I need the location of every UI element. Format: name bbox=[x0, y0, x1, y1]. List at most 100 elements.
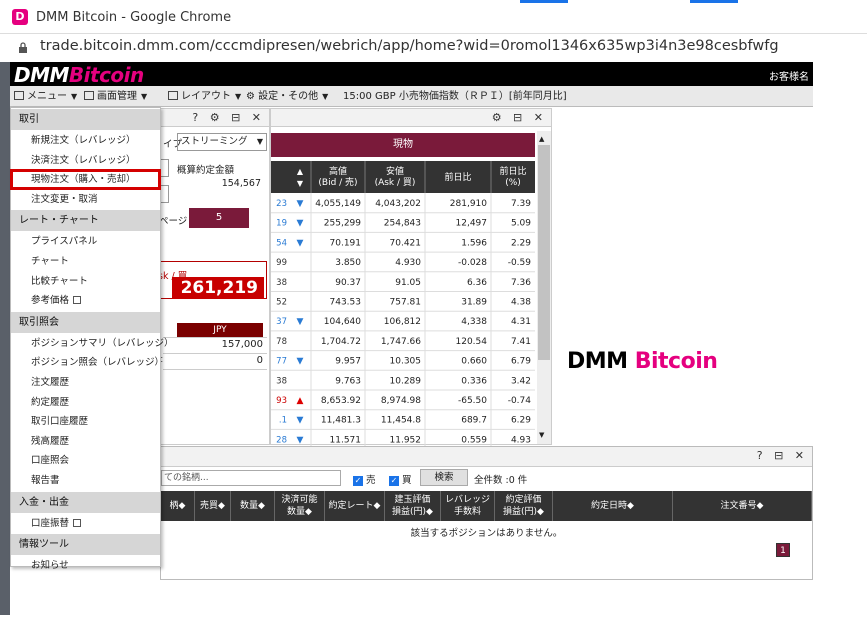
menu-item-label: 口座照会 bbox=[31, 455, 70, 467]
panel-controls-icon[interactable]: ? ⊟ ✕ bbox=[757, 449, 808, 462]
menu-item[interactable]: 決済注文（レバレッジ） bbox=[11, 151, 160, 170]
page-button[interactable]: 5 bbox=[189, 208, 249, 228]
menu-item-label: プライスパネル bbox=[31, 236, 98, 248]
menu-item[interactable]: 約定履歴 bbox=[11, 393, 160, 412]
rate-cell: 70.421 bbox=[390, 238, 422, 248]
menu-label: メニュー bbox=[27, 91, 67, 102]
menu-item[interactable]: 報告書 bbox=[11, 471, 160, 490]
positions-column-header[interactable]: 約定日時◆ bbox=[553, 491, 673, 521]
menu-item[interactable]: 比較チャート bbox=[11, 272, 160, 291]
down-arrow-icon: ▼ bbox=[297, 219, 304, 229]
address-bar[interactable]: trade.bitcoin.dmm.com/cccmdipresen/webri… bbox=[0, 34, 867, 62]
rate-cell: -0.59 bbox=[508, 258, 532, 268]
column-header: 前日比 bbox=[444, 171, 471, 183]
rate-cell: 3.850 bbox=[335, 258, 361, 268]
page-number[interactable]: 1 bbox=[776, 543, 790, 557]
brand-dmm: DMM bbox=[14, 63, 69, 87]
screen-management-button[interactable]: 画面管理 ▼ bbox=[84, 88, 147, 105]
browser-title-bar: D DMM Bitcoin - Google Chrome bbox=[0, 0, 867, 34]
column-header: (Bid / 売) bbox=[318, 176, 357, 188]
menu-button[interactable]: メニュー ▼ bbox=[14, 88, 77, 105]
positions-panel-header: ? ⊟ ✕ bbox=[161, 447, 812, 467]
rate-fragment: 99 bbox=[276, 258, 287, 268]
ask-box[interactable]: sk / 買 261,219 bbox=[157, 261, 267, 299]
search-button[interactable]: 検索 bbox=[420, 469, 468, 486]
rate-cell: 9.763 bbox=[335, 376, 361, 386]
panel-controls-icon[interactable]: ⚙ ⊟ ✕ bbox=[492, 111, 547, 124]
dmm-favicon-icon: D bbox=[12, 9, 28, 25]
positions-column-header[interactable]: 注文番号◆ bbox=[673, 491, 812, 521]
scrollbar[interactable]: ▲ ▼ bbox=[537, 131, 551, 444]
scrollbar-thumb[interactable] bbox=[538, 145, 550, 360]
menu-item-label: 参考価格 bbox=[31, 295, 70, 307]
positions-column-header[interactable]: 建玉評価 損益(円)◆ bbox=[385, 491, 441, 521]
type-select[interactable]: ストリーミング ▼ bbox=[177, 133, 267, 151]
sell-checkbox[interactable]: ✓ 売 bbox=[353, 472, 376, 486]
rate-fragment: 93 bbox=[276, 396, 287, 406]
up-arrow-icon: ▲ bbox=[297, 396, 304, 406]
rate-cell: 1,704.72 bbox=[321, 337, 361, 347]
button-stub[interactable] bbox=[161, 185, 169, 203]
menu-item[interactable]: 残高履歴 bbox=[11, 432, 160, 451]
menu-item[interactable]: プライスパネル bbox=[11, 232, 160, 251]
rate-fragment: 37 bbox=[276, 317, 287, 327]
url-text[interactable]: trade.bitcoin.dmm.com/cccmdipresen/webri… bbox=[40, 38, 779, 54]
column-label: 注文番号◆ bbox=[720, 501, 764, 511]
symbol-filter-input[interactable]: ての銘柄... bbox=[161, 470, 341, 486]
sort-up-icon[interactable]: ▲ bbox=[297, 167, 304, 176]
menu-item[interactable]: 口座照会 bbox=[11, 451, 160, 470]
menu-item[interactable]: チャート bbox=[11, 252, 160, 271]
customer-name[interactable]: お客様名 bbox=[769, 68, 809, 83]
down-arrow-icon: ▼ bbox=[297, 238, 304, 248]
order-panel: ? ⚙ ⊟ ✕ イプ ストリーミング ▼ 概算約定金額 154,567 ページ 5… bbox=[157, 108, 270, 445]
menu-item[interactable]: ポジションサマリ（レバレッジ） bbox=[11, 334, 174, 353]
scroll-up-icon[interactable]: ▲ bbox=[539, 135, 544, 143]
menu-item[interactable]: ポジション照会（レバレッジ） bbox=[11, 353, 164, 372]
monitor-icon bbox=[84, 91, 94, 100]
column-header: 高値 bbox=[329, 165, 347, 177]
ask-price[interactable]: 261,219 bbox=[172, 277, 264, 299]
rate-cell: 10.305 bbox=[390, 357, 422, 367]
positions-column-header[interactable]: 約定評価 損益(円)◆ bbox=[495, 491, 553, 521]
settings-button[interactable]: ⚙ 設定・その他 ▼ bbox=[246, 88, 328, 105]
menu-item[interactable]: お知らせ bbox=[11, 556, 160, 575]
chevron-down-icon: ▼ bbox=[235, 92, 242, 101]
panel-controls-icon[interactable]: ? ⚙ ⊟ ✕ bbox=[192, 111, 265, 124]
menu-item[interactable]: 取引口座履歴 bbox=[11, 412, 160, 431]
positions-column-header[interactable]: 約定レート◆ bbox=[325, 491, 385, 521]
menu-item[interactable]: 注文履歴 bbox=[11, 373, 160, 392]
positions-column-header[interactable]: 売買◆ bbox=[195, 491, 231, 521]
button-stub[interactable] bbox=[161, 159, 169, 177]
menu-item-label: 比較チャート bbox=[31, 275, 88, 287]
menu-item[interactable]: 注文変更・取消 bbox=[11, 190, 160, 209]
rate-cell: -0.74 bbox=[508, 396, 532, 406]
sort-down-icon[interactable]: ▼ bbox=[297, 179, 304, 188]
rate-panel: ⚙ ⊟ ✕ 現物 ▲ ▼ ▲ ▼ 高値 (Bid / 売) 安値 (Ask / 買) 前日比… bbox=[270, 108, 552, 446]
rate-cell: 4.31 bbox=[511, 317, 531, 327]
menu-item[interactable]: 新規注文（レバレッジ） bbox=[11, 131, 160, 150]
checkbox-checked-icon: ✓ bbox=[353, 476, 363, 486]
order-panel-header: ? ⚙ ⊟ ✕ bbox=[159, 109, 269, 127]
positions-column-header[interactable]: 決済可能 数量◆ bbox=[275, 491, 325, 521]
menu-item[interactable]: 参考価格 bbox=[11, 291, 160, 310]
scroll-down-icon[interactable]: ▼ bbox=[539, 431, 544, 439]
positions-column-header[interactable]: 柄◆ bbox=[161, 491, 195, 521]
menu-item-spot-order[interactable]: 現物注文（購入・売却） bbox=[10, 169, 161, 191]
news-ticker[interactable]: 15:00 GBP 小売物価指数（ＲＰＩ）[前年同月比] bbox=[343, 88, 567, 105]
menu-item[interactable]: 口座振替 bbox=[11, 514, 160, 533]
menu-item-label: ポジション照会（レバレッジ） bbox=[31, 357, 165, 369]
brand-logo[interactable]: DMMBitcoin bbox=[14, 63, 144, 87]
positions-column-header[interactable]: レバレッジ 手数料 bbox=[441, 491, 495, 521]
page-label: ページ bbox=[159, 216, 188, 227]
rate-cell: 7.39 bbox=[511, 199, 531, 209]
layout-button[interactable]: レイアウト ▼ bbox=[168, 88, 241, 105]
rate-cell: 11.952 bbox=[390, 435, 422, 445]
buy-checkbox[interactable]: ✓ 買 bbox=[389, 472, 412, 486]
rate-fragment: 23 bbox=[276, 199, 287, 209]
amount-value: 154,567 bbox=[221, 178, 261, 189]
menu-item-label: 注文変更・取消 bbox=[31, 193, 98, 205]
rate-fragment: 38 bbox=[276, 278, 287, 288]
positions-column-header[interactable]: 数量◆ bbox=[231, 491, 275, 521]
rate-cell: 743.53 bbox=[330, 298, 362, 308]
rate-cell: 0.660 bbox=[461, 357, 487, 367]
